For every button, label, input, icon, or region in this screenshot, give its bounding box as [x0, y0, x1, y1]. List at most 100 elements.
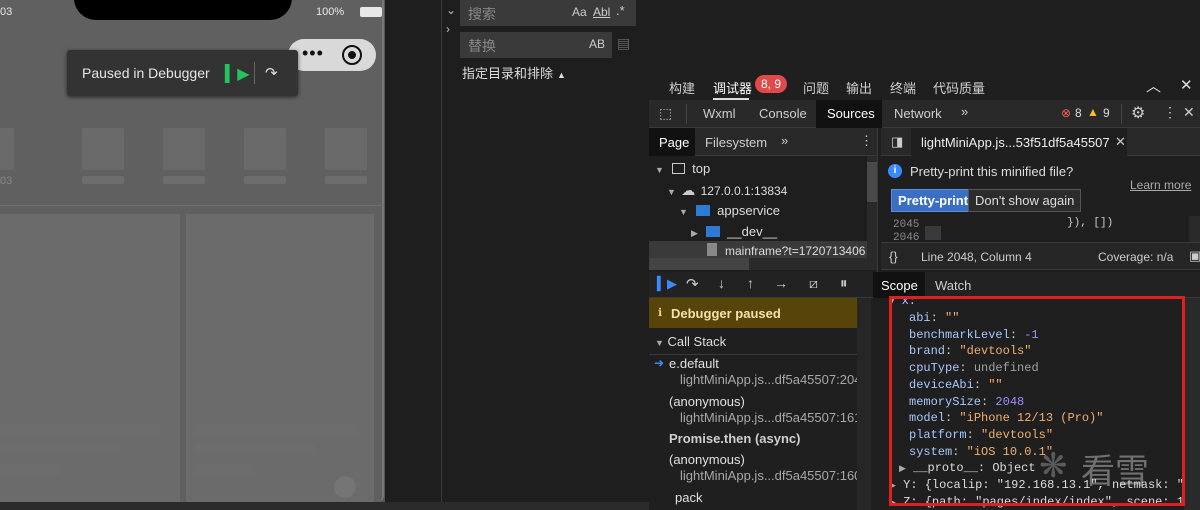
toggle-include-exclude[interactable]: 指定目录和排除 ▲ [462, 63, 566, 82]
search-input[interactable]: 搜索 Aa Abl .* [460, 0, 636, 26]
grid-tile [82, 128, 124, 170]
match-case-icon[interactable]: Aa [572, 5, 587, 19]
tab-debugger[interactable]: 调试器 [713, 78, 752, 97]
tab-output[interactable]: 输出 [846, 78, 872, 97]
tree-item-top[interactable]: ▼ top [655, 161, 710, 176]
learn-more-link[interactable]: Learn more [1130, 178, 1191, 192]
file-icon [707, 243, 717, 256]
resume-icon[interactable]: ▍▶ [225, 64, 250, 84]
devtools-tabs: ⬚ Wxml Console Sources Network » ⊗ 8 ▲ 9… [649, 100, 1200, 128]
battery-icon [360, 7, 382, 17]
nav-menu-icon[interactable]: ⋮ [860, 133, 873, 149]
kebab-menu-icon[interactable]: ⋮ [1163, 104, 1177, 121]
menu-capsule[interactable]: ••• [288, 39, 376, 71]
call-frame[interactable]: pack [649, 490, 857, 508]
close-icon[interactable]: ✕ [1180, 76, 1193, 94]
tree-item-appservice[interactable]: ▼ appservice [679, 203, 780, 218]
debugger-badge: 8, 9 [755, 75, 788, 93]
status-time: 03 [0, 6, 13, 18]
step-out-icon[interactable]: ↑ [747, 275, 754, 291]
settings-icon[interactable]: ⚙ [1131, 103, 1145, 123]
tab-network[interactable]: Network [894, 106, 942, 121]
debugger-paused-banner: ℹ Debugger paused [649, 298, 857, 328]
info-icon: i [888, 164, 902, 178]
warning-icon[interactable]: ▲ [1087, 105, 1099, 119]
toggle-navigator-icon[interactable]: ◨ [891, 134, 903, 150]
step-over-icon[interactable]: ↷ [265, 64, 278, 82]
frame-icon [671, 163, 685, 174]
info-icon: ℹ [658, 307, 663, 319]
tab-build[interactable]: 构建 [669, 78, 695, 97]
tab-filesystem[interactable]: Filesystem [705, 135, 767, 150]
cursor-position: Line 2048, Column 4 [921, 250, 1032, 264]
close-devtools-icon[interactable]: ✕ [1183, 104, 1195, 121]
call-stack-header[interactable]: ▼ Call Stack [655, 334, 726, 349]
dont-show-again-button[interactable]: Don't show again [968, 189, 1082, 212]
tree-item-host[interactable]: ▼ ☁ 127.0.0.1:13834 [667, 182, 787, 199]
step-over-icon[interactable]: ↷ [686, 275, 699, 293]
inspect-icon[interactable]: ⬚ [659, 105, 672, 122]
close-capsule-icon[interactable] [342, 45, 362, 65]
grid-tile [325, 128, 367, 170]
tab-issues[interactable]: 问题 [803, 78, 829, 97]
async-separator: Promise.then (async) [669, 431, 801, 446]
whole-word-icon[interactable]: Abl [593, 5, 610, 19]
folder-icon [695, 205, 710, 216]
pause-exceptions-icon[interactable]: ⏸ [840, 275, 848, 292]
step-into-icon[interactable]: ↓ [718, 275, 725, 291]
replace-input[interactable]: 替换 [460, 32, 584, 58]
bottom-strip [0, 502, 649, 510]
code-editor[interactable]: 2045 2046 }), []) [881, 216, 1200, 242]
collapse-chevron-icon[interactable]: ⌄ [446, 3, 456, 17]
tab-watch[interactable]: Watch [935, 278, 971, 293]
chevron-up-icon[interactable]: ︿ [1146, 75, 1161, 96]
warning-count: 9 [1103, 106, 1110, 120]
code-line: }), []) [1067, 217, 1114, 229]
more-tabs-icon[interactable]: » [961, 104, 968, 119]
cloud-icon: ☁ [681, 182, 696, 198]
preserve-case-icon[interactable]: AB [584, 32, 612, 58]
close-tab-icon[interactable]: ✕ [1115, 134, 1126, 150]
folder-icon [705, 226, 720, 237]
tab-terminal[interactable]: 终端 [890, 78, 916, 97]
call-frame[interactable]: (anonymous) lightMiniApp.js...df5a45507:… [649, 394, 869, 428]
step-icon[interactable]: → [774, 275, 788, 291]
coverage-icon[interactable]: ▣ [1189, 248, 1200, 264]
watermark-logo-icon: ❋ [1039, 446, 1068, 486]
pretty-print-button[interactable]: Pretty-print [891, 189, 976, 212]
scope-scrollbar[interactable] [1184, 298, 1200, 510]
tab-sources[interactable]: Sources [827, 106, 875, 121]
scope-tabs: Scope Watch [871, 272, 1200, 298]
tab-page[interactable]: Page [659, 135, 689, 150]
pretty-print-toggle-icon[interactable]: {} [889, 249, 898, 264]
tree-item-dev[interactable]: ▶ __dev__ [691, 224, 777, 239]
search-panel: ⌄ › 搜索 Aa Abl .* 替换 AB ▤ 指定目录和排除 ▲ [385, 0, 649, 510]
call-frame[interactable]: ➜ e.default lightMiniApp.js...df5a45507:… [649, 356, 869, 390]
tree-item-mainframe[interactable]: mainframe?t=1720713406 [649, 241, 867, 259]
tree-scrollbar[interactable] [867, 156, 877, 270]
status-battery: 100% [316, 6, 345, 18]
feed-card[interactable] [186, 214, 374, 504]
navigator-tabs: Page Filesystem » ⋮ [649, 128, 877, 156]
grid-tile [163, 128, 205, 170]
call-frame[interactable]: (anonymous) lightMiniApp.js...df5a45507:… [649, 452, 869, 486]
tab-code-quality[interactable]: 代码质量 [933, 78, 985, 97]
error-icon[interactable]: ⊗ [1061, 106, 1071, 120]
regex-icon[interactable]: .* [616, 3, 625, 18]
deactivate-breakpoints-icon[interactable]: ⧄ [809, 275, 818, 292]
tab-wxml[interactable]: Wxml [703, 106, 736, 121]
replace-all-icon[interactable]: ▤ [617, 35, 630, 52]
resume-icon[interactable]: ▍▶ [657, 276, 677, 292]
feed-card[interactable] [0, 214, 180, 504]
expand-replace-icon[interactable]: › [446, 22, 450, 36]
devtools-panel: 构建 调试器 8, 9 问题 输出 终端 代码质量 ︿ ✕ ⬚ Wxml Con… [649, 0, 1200, 510]
editor-tab-file[interactable]: lightMiniApp.js...53f51df5a45507 [921, 135, 1110, 150]
tab-scope[interactable]: Scope [881, 278, 918, 293]
more-nav-icon[interactable]: » [781, 133, 788, 148]
more-dots-icon[interactable]: ••• [302, 43, 324, 64]
file-tree: ▼ top ▼ ☁ 127.0.0.1:13834 ▼ appservice ▶… [649, 156, 877, 270]
current-frame-arrow-icon: ➜ [654, 356, 665, 370]
phone-frame: 03 100% ••• Paused in Debugger ▍▶ ↷ 03 [0, 0, 384, 504]
phone-notch [74, 0, 292, 20]
tab-console[interactable]: Console [759, 106, 807, 121]
